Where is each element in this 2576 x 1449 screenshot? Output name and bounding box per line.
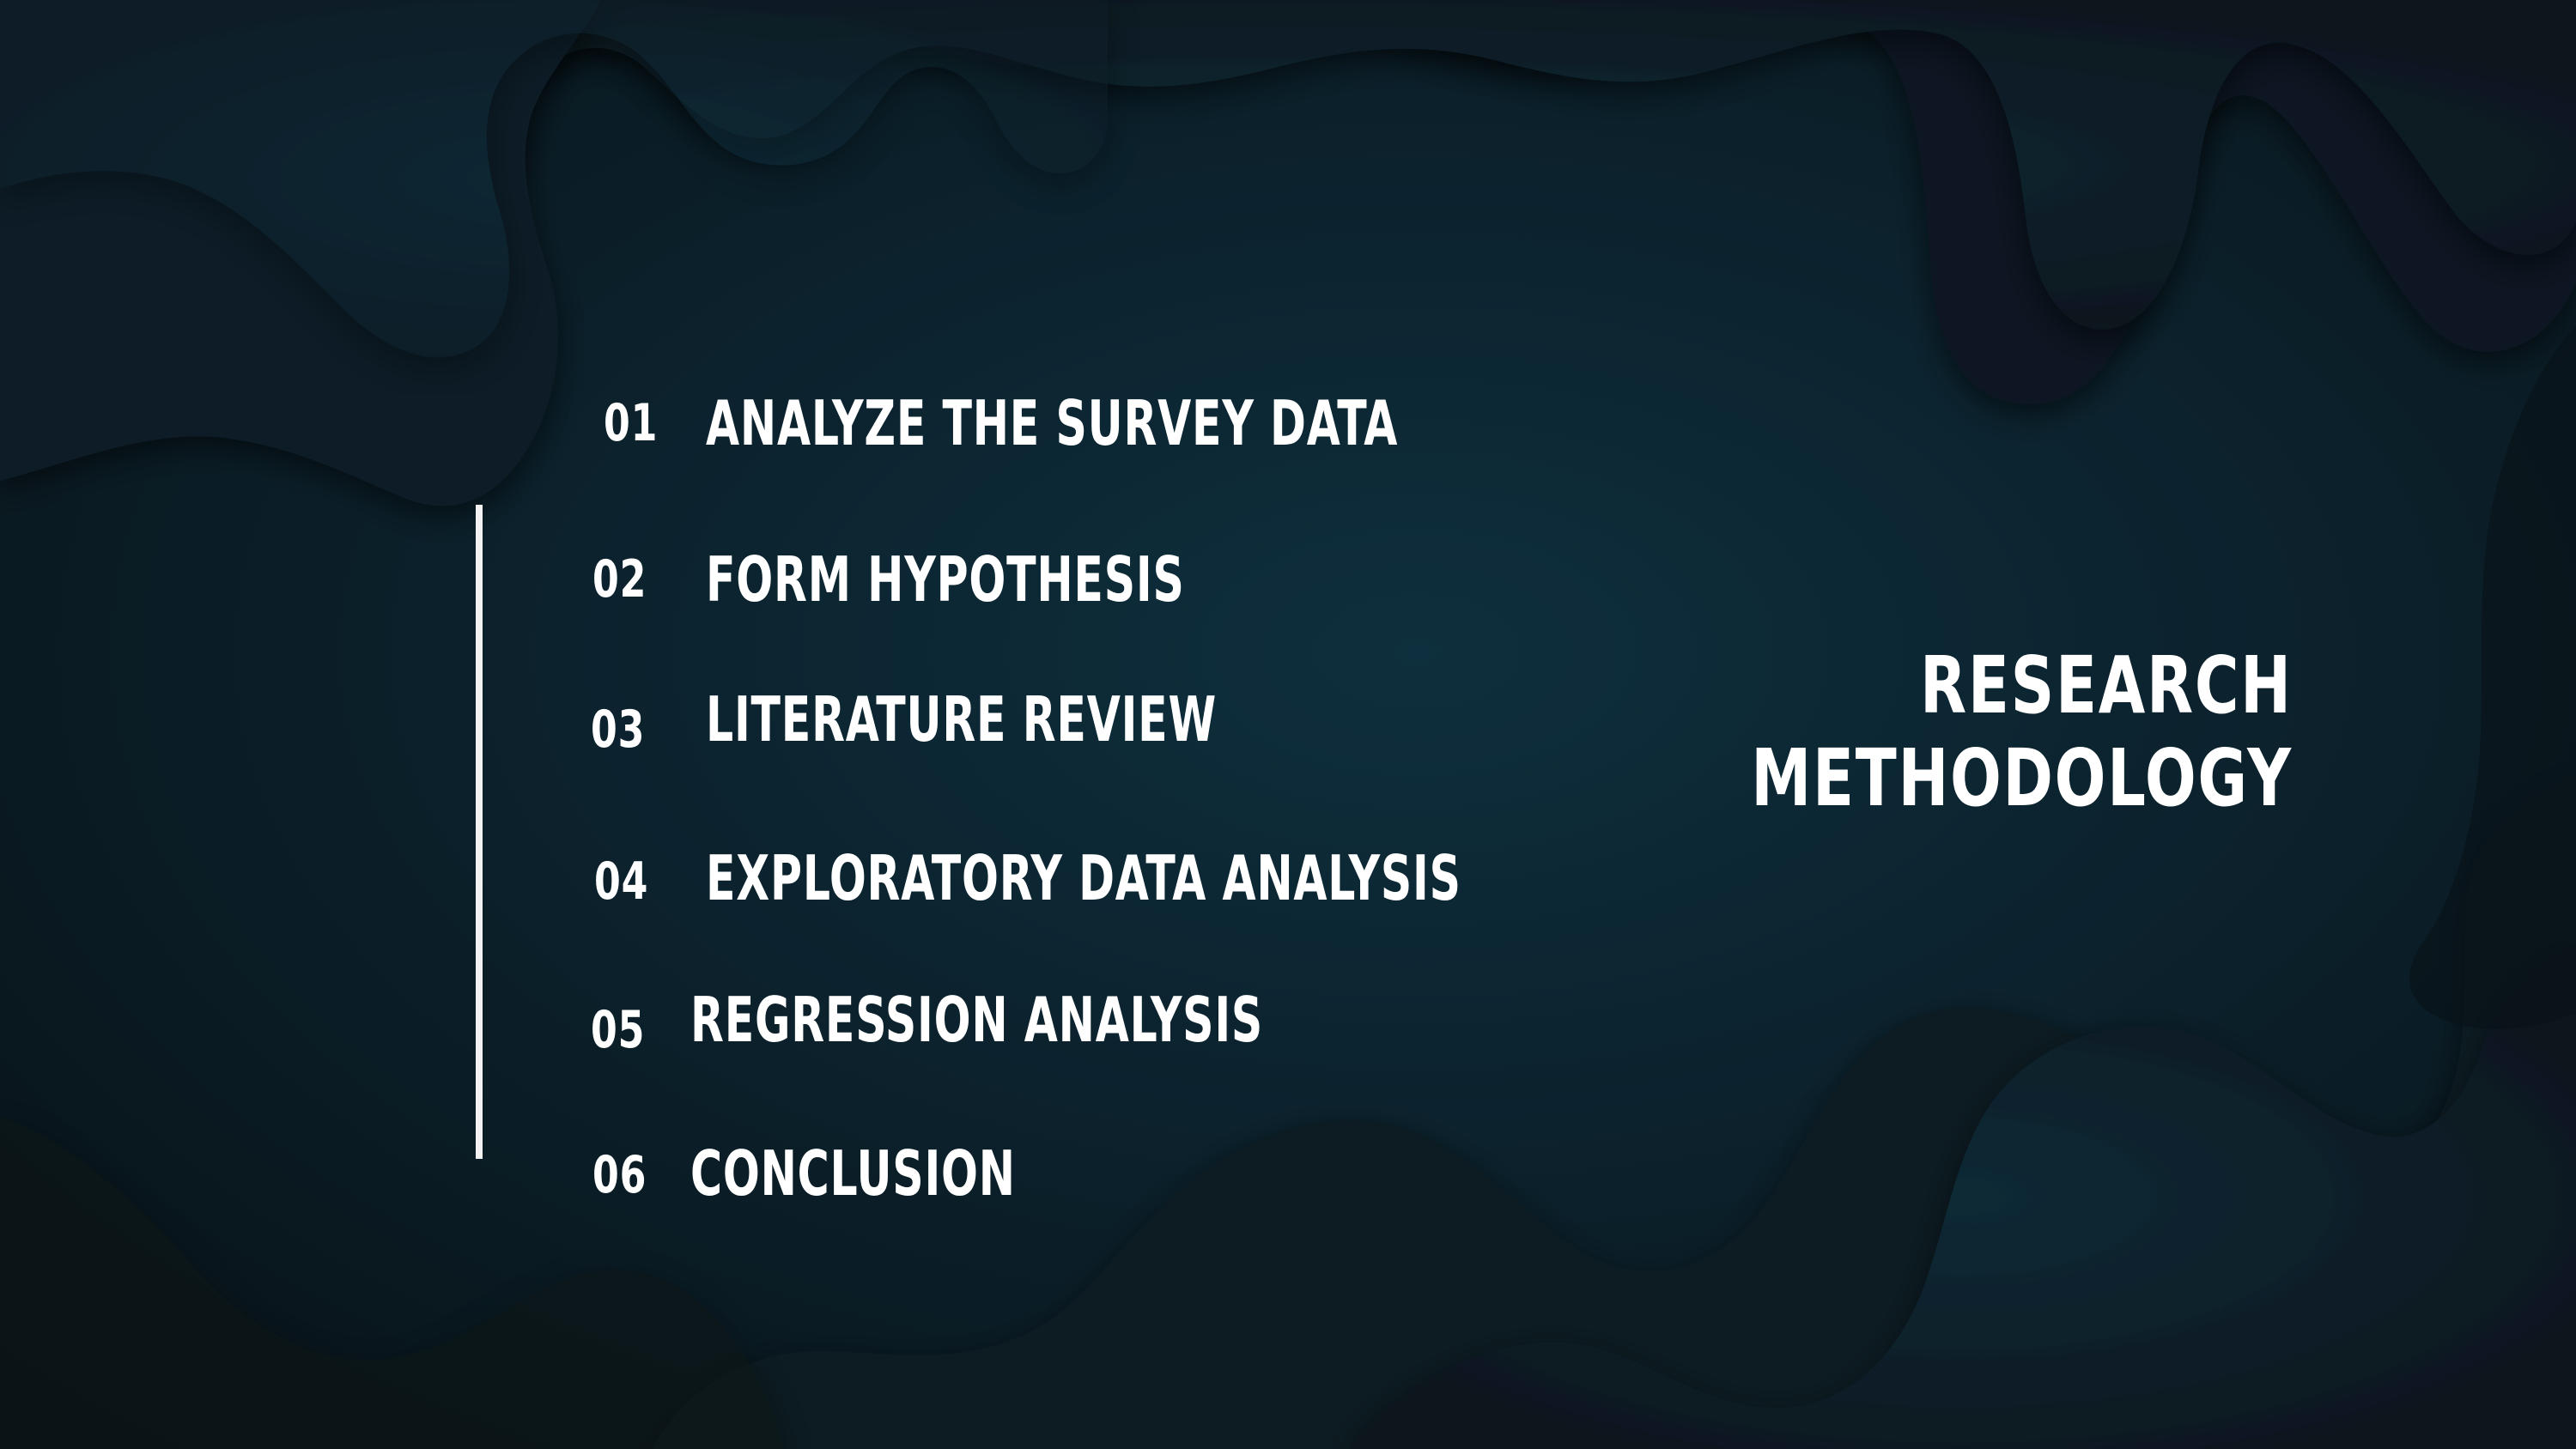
list-item: 03 LITERATURE REVIEW: [0, 681, 1717, 760]
item-number: 05: [591, 1000, 646, 1060]
item-number: 03: [591, 700, 646, 760]
list-item: 06 CONCLUSION: [0, 1135, 1717, 1212]
title-line-2: METHODOLOGY: [1751, 732, 2293, 824]
list-item: 04 EXPLORATORY DATA ANALYSIS: [0, 840, 1717, 917]
list-item: 02 FORM HYPOTHESIS: [0, 541, 1717, 618]
slide: 01 ANALYZE THE SURVEY DATA 02 FORM HYPOT…: [0, 0, 2576, 1449]
title-line-1: RESEARCH: [1920, 640, 2293, 731]
item-label: LITERATURE REVIEW: [706, 683, 1217, 755]
item-label: ANALYZE THE SURVEY DATA: [706, 387, 1399, 459]
item-label: CONCLUSION: [690, 1137, 1016, 1210]
item-label: FORM HYPOTHESIS: [706, 543, 1185, 615]
item-number: 06: [592, 1145, 647, 1205]
item-label: EXPLORATORY DATA ANALYSIS: [706, 842, 1461, 914]
list-item: 01 ANALYZE THE SURVEY DATA: [0, 385, 1717, 462]
item-label: REGRESSION ANALYSIS: [690, 984, 1264, 1056]
list-item: 05 REGRESSION ANALYSIS: [0, 981, 1717, 1060]
right-edge-wave: [2409, 326, 2576, 1029]
item-number: 04: [594, 852, 649, 912]
slide-title: RESEARCH METHODOLOGY: [1752, 640, 2293, 825]
item-number: 02: [592, 549, 647, 609]
item-number: 01: [604, 393, 659, 453]
